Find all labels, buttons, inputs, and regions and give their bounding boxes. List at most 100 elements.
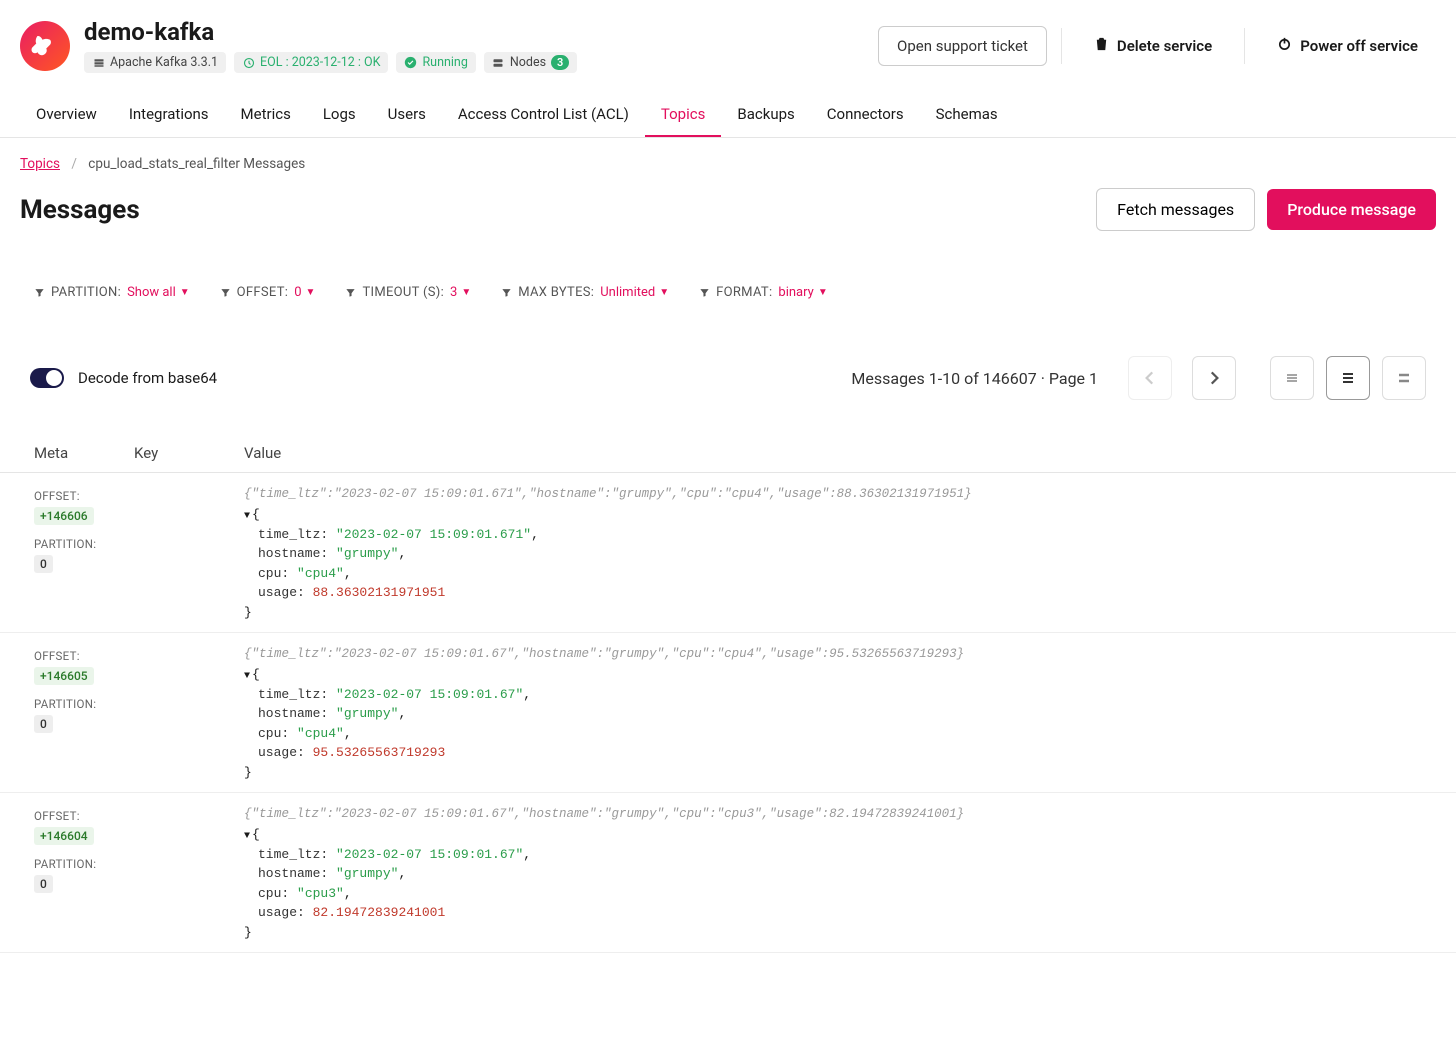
tab-access-control-list-acl-[interactable]: Access Control List (ACL) — [442, 93, 645, 137]
message-row: OFFSET: +146604 PARTITION: 0 {"time_ltz":"20… — [0, 793, 1456, 953]
caret-down-icon[interactable]: ▼ — [244, 671, 250, 682]
message-value: {"time_ltz":"2023-02-07 15:09:01.67","ho… — [244, 647, 1422, 782]
tab-connectors[interactable]: Connectors — [811, 93, 920, 137]
decode-toggle-label: Decode from base64 — [78, 369, 217, 387]
filter-value: 3 ▼ — [450, 285, 471, 300]
caret-down-icon: ▼ — [461, 287, 471, 298]
partition-value[interactable]: 0 — [34, 555, 53, 573]
produce-button[interactable]: Produce message — [1267, 189, 1436, 230]
tab-backups[interactable]: Backups — [721, 93, 810, 137]
server-icon — [492, 56, 505, 69]
eol-label: EOL : 2023-12-12 : OK — [260, 55, 380, 70]
offset-label: OFFSET: — [34, 809, 134, 823]
trash-icon — [1094, 36, 1109, 55]
filter-timeout[interactable]: TIMEOUT (S): 3 ▼ — [345, 285, 471, 300]
page-head: Messages Fetch messages Produce message — [0, 178, 1456, 255]
caret-down-icon: ▼ — [180, 287, 190, 298]
filter-value: Unlimited ▼ — [600, 285, 669, 300]
check-circle-icon — [404, 56, 417, 69]
message-value: {"time_ltz":"2023-02-07 15:09:01.67","ho… — [244, 807, 1422, 942]
nodes-badge[interactable]: Nodes 3 — [484, 52, 577, 73]
raw-json: {"time_ltz":"2023-02-07 15:09:01.671","h… — [244, 487, 1422, 501]
tab-topics[interactable]: Topics — [645, 93, 721, 137]
message-list: OFFSET: +146606 PARTITION: 0 {"time_ltz":"20… — [0, 473, 1456, 953]
filter-value: 0 ▼ — [294, 285, 315, 300]
platform-badge: Apache Kafka 3.3.1 — [84, 52, 226, 73]
chevron-right-icon — [1205, 369, 1223, 387]
tab-users[interactable]: Users — [372, 93, 442, 137]
expanded-json[interactable]: ▼{time_ltz: "2023-02-07 15:09:01.671",ho… — [244, 505, 1422, 622]
delete-service-button[interactable]: Delete service — [1076, 26, 1230, 65]
caret-down-icon[interactable]: ▼ — [244, 831, 250, 842]
delete-label: Delete service — [1117, 37, 1212, 55]
tab-logs[interactable]: Logs — [307, 93, 372, 137]
partition-label: PARTITION: — [34, 857, 134, 871]
divider — [1061, 28, 1062, 64]
message-meta: OFFSET:+146605PARTITION:0 — [34, 647, 134, 743]
filter-value: Show all ▼ — [127, 285, 190, 300]
density-loose-icon — [1396, 370, 1412, 386]
offset-value[interactable]: +146604 — [34, 827, 94, 845]
filter-label: MAX BYTES: — [518, 285, 594, 300]
filter-partition[interactable]: PARTITION: Show all ▼ — [34, 285, 190, 300]
power-off-button[interactable]: Power off service — [1259, 26, 1436, 65]
expanded-json[interactable]: ▼{time_ltz: "2023-02-07 15:09:01.67",hos… — [244, 825, 1422, 942]
next-page-button[interactable] — [1192, 356, 1236, 400]
offset-label: OFFSET: — [34, 489, 134, 503]
caret-down-icon: ▼ — [306, 287, 316, 298]
badges-row: Apache Kafka 3.3.1 EOL : 2023-12-12 : OK… — [84, 52, 864, 73]
tab-metrics[interactable]: Metrics — [225, 93, 307, 137]
power-icon — [1277, 36, 1292, 55]
service-logo — [20, 21, 70, 71]
filter-label: FORMAT: — [716, 285, 772, 300]
tab-integrations[interactable]: Integrations — [113, 93, 225, 137]
stack-icon — [92, 56, 105, 69]
breadcrumb-separator: / — [71, 156, 77, 172]
density-normal-button[interactable] — [1326, 356, 1370, 400]
breadcrumb-current: cpu_load_stats_real_filter Messages — [88, 156, 305, 172]
raw-json: {"time_ltz":"2023-02-07 15:09:01.67","ho… — [244, 807, 1422, 821]
tabs-nav: OverviewIntegrationsMetricsLogsUsersAcce… — [0, 93, 1456, 138]
message-meta: OFFSET: +146606 PARTITION: 0 — [34, 487, 134, 583]
filters-row: PARTITION: Show all ▼ OFFSET: 0 ▼ TIMEOUT … — [0, 255, 1456, 320]
filter-offset[interactable]: OFFSET: 0 ▼ — [220, 285, 316, 300]
filter-label: TIMEOUT (S): — [362, 285, 444, 300]
decode-toggle[interactable] — [30, 368, 64, 388]
nodes-label: Nodes — [510, 55, 546, 70]
offset-label: OFFSET: — [34, 649, 134, 663]
filter-maxbytes[interactable]: MAX BYTES: Unlimited ▼ — [501, 285, 669, 300]
caret-down-icon[interactable]: ▼ — [244, 511, 250, 522]
open-ticket-button[interactable]: Open support ticket — [878, 26, 1047, 66]
raw-json: {"time_ltz":"2023-02-07 15:09:01.67","ho… — [244, 647, 1422, 661]
caret-down-icon: ▼ — [818, 287, 828, 298]
fetch-button[interactable]: Fetch messages — [1096, 188, 1255, 231]
expanded-json[interactable]: ▼{time_ltz: "2023-02-07 15:09:01.67",hos… — [244, 665, 1422, 782]
density-compact-button[interactable] — [1270, 356, 1314, 400]
header-titles: demo-kafka Apache Kafka 3.3.1 EOL : 2023… — [84, 18, 864, 73]
message-meta: OFFSET: +146604 PARTITION: 0 — [34, 807, 134, 903]
tab-overview[interactable]: Overview — [20, 93, 113, 137]
density-toggle-group — [1264, 356, 1426, 400]
service-header: demo-kafka Apache Kafka 3.3.1 EOL : 2023… — [0, 0, 1456, 81]
tab-schemas[interactable]: Schemas — [920, 93, 1014, 137]
partition-label: PARTITION: — [34, 537, 134, 551]
filter-value: binary ▼ — [778, 285, 827, 300]
filter-format[interactable]: FORMAT: binary ▼ — [699, 285, 828, 300]
message-value: {"time_ltz":"2023-02-07 15:09:01.671","h… — [244, 487, 1422, 622]
history-icon — [242, 56, 255, 69]
offset-value[interactable]: +146606 — [34, 507, 94, 525]
partition-value[interactable]: 0 — [34, 715, 53, 733]
density-compact-icon — [1284, 370, 1300, 386]
header-actions: Open support ticket Delete service Power… — [878, 26, 1436, 66]
offset-value[interactable]: +146605 — [34, 667, 94, 685]
kafka-icon — [30, 31, 60, 61]
message-row: OFFSET:+146605PARTITION:0{"time_ltz":"20… — [0, 633, 1456, 793]
eol-badge: EOL : 2023-12-12 : OK — [234, 52, 388, 73]
breadcrumb-root[interactable]: Topics — [20, 156, 60, 172]
partition-value[interactable]: 0 — [34, 875, 53, 893]
density-loose-button[interactable] — [1382, 356, 1426, 400]
messages-toolbar: Decode from base64 Messages 1-10 of 1466… — [0, 320, 1456, 418]
message-row: OFFSET: +146606 PARTITION: 0 {"time_ltz":"20… — [0, 473, 1456, 633]
col-value-header: Value — [244, 444, 1422, 462]
running-label: Running — [422, 55, 467, 70]
